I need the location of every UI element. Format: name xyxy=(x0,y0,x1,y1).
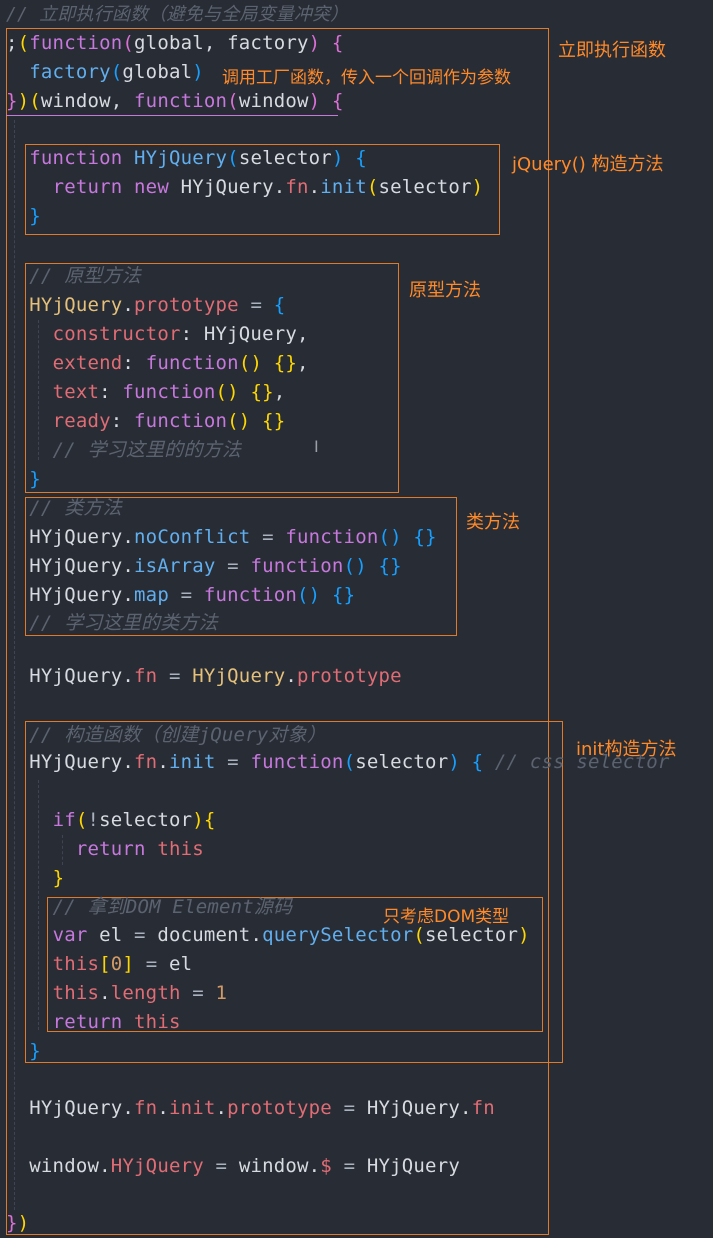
code-line-36: return this xyxy=(52,1011,181,1033)
code-line-41: window.HYjQuery = window.$ = HYjQuery xyxy=(29,1155,460,1177)
code-line-27: HYjQuery.fn.init = function(selector) { … xyxy=(29,751,670,773)
code-line-18: // 类方法 xyxy=(29,497,122,519)
code-line-12: constructor: HYjQuery, xyxy=(52,323,309,345)
code-line-20: HYjQuery.isArray = function() {} xyxy=(29,555,402,577)
code-line-11: HYjQuery.prototype = { xyxy=(29,294,286,316)
code-line-1: // 立即执行函数（避免与全局变量冲突） xyxy=(6,4,349,25)
code-line-8: } xyxy=(29,205,41,227)
code-line-24: HYjQuery.fn = HYjQuery.prototype xyxy=(29,665,402,687)
code-line-19: HYjQuery.noConflict = function() {} xyxy=(29,526,437,548)
code-line-15: ready: function() {} xyxy=(52,410,286,432)
anno-jquery-ctor: jQuery() 构造方法 xyxy=(512,154,664,175)
text-cursor-icon: I xyxy=(314,437,319,456)
code-line-35: this.length = 1 xyxy=(52,982,228,1004)
code-line-16: // 学习这里的的方法 xyxy=(52,439,242,461)
code-line-26: // 构造函数（创建jQuery对象） xyxy=(29,724,327,746)
code-line-29: if(!selector){ xyxy=(52,809,216,831)
code-line-14: text: function() {}, xyxy=(52,381,286,403)
code-line-32: // 拿到DOM Element源码 xyxy=(52,896,293,918)
code-line-2: ;(function(global, factory) { xyxy=(6,32,344,54)
code-line-10: // 原型方法 xyxy=(29,265,141,287)
code-line-34: this[0] = el xyxy=(52,953,193,975)
code-line-30: return this xyxy=(75,838,204,860)
anno-proto: 原型方法 xyxy=(409,280,481,301)
code-line-37: } xyxy=(29,1040,41,1062)
anno-static: 类方法 xyxy=(466,512,520,533)
code-line-7: return new HYjQuery.fn.init(selector) xyxy=(52,176,484,198)
code-line-3: factory(global) xyxy=(29,61,204,83)
code-line-31: } xyxy=(52,867,65,889)
code-line-22: // 学习这里的类方法 xyxy=(29,612,218,634)
code-line-39: HYjQuery.fn.init.prototype = HYjQuery.fn xyxy=(29,1097,495,1119)
code-line-17: } xyxy=(29,468,41,490)
code-line-6: function HYjQuery(selector) { xyxy=(29,147,367,169)
anno-iife: 立即执行函数 xyxy=(558,40,666,61)
code-line-13: extend: function() {}, xyxy=(52,352,309,374)
code-line-4: })(window, function(window) { xyxy=(6,90,344,112)
code-line-33: var el = document.querySelector(selector… xyxy=(52,924,530,946)
code-line-43: }) xyxy=(6,1212,30,1234)
anno-factory: 调用工厂函数，传入一个回调作为参数 xyxy=(222,68,511,88)
code-line-21: HYjQuery.map = function() {} xyxy=(29,584,356,606)
